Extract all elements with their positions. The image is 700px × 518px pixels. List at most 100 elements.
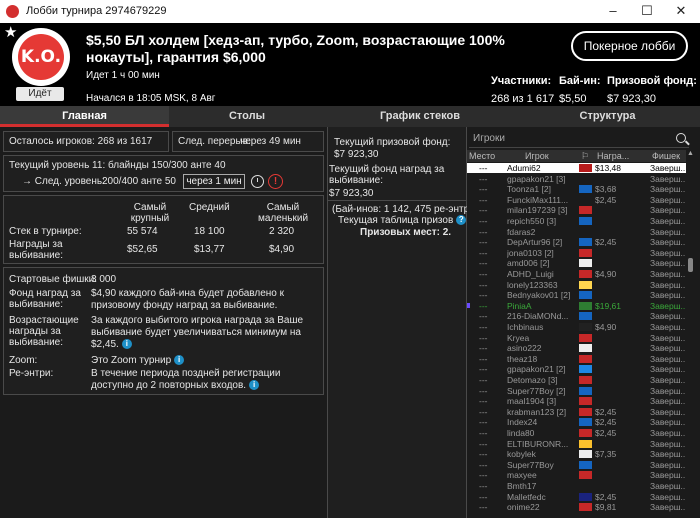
col-player[interactable]: Игрок bbox=[525, 150, 549, 162]
table-row[interactable]: --- Adumi62 $13,48 Заверш... bbox=[467, 163, 691, 173]
col-bounty[interactable]: Награ... bbox=[597, 150, 629, 162]
table-row[interactable]: --- 216-DiaMONd... Заверш... bbox=[467, 311, 691, 321]
table-row[interactable]: --- Malletfedc $2,45 Заверш... bbox=[467, 492, 691, 502]
player-place: --- bbox=[479, 279, 488, 290]
table-row[interactable]: --- Super77Boy Заверш... bbox=[467, 460, 691, 470]
player-bounty: $4,90 bbox=[595, 269, 617, 279]
country-flag-icon bbox=[579, 323, 592, 331]
player-bounty: $13,48 bbox=[595, 163, 621, 173]
bounty-smallest: $4,90 bbox=[269, 244, 295, 255]
country-flag-icon bbox=[579, 185, 592, 194]
table-row[interactable]: --- DepArtur96 [2] $2,45 Заверш... bbox=[467, 237, 691, 247]
table-row[interactable]: --- Kryea Заверш... bbox=[467, 333, 691, 343]
info-icon[interactable]: i bbox=[174, 355, 185, 366]
country-flag-icon bbox=[579, 248, 592, 257]
table-row[interactable]: --- asino222 Заверш... bbox=[467, 343, 691, 353]
table-row[interactable]: --- fdaras2 Заверш... bbox=[467, 227, 691, 237]
scrollbar-thumb[interactable] bbox=[688, 258, 693, 272]
tab-structure[interactable]: Структура bbox=[515, 106, 700, 127]
player-name: Detomazo [3] bbox=[507, 375, 558, 385]
table-row[interactable]: --- Ichbinaus $4,90 Заверш... bbox=[467, 322, 691, 332]
player-chips: Заверш... bbox=[650, 226, 688, 237]
clock-icon bbox=[251, 175, 264, 188]
current-prize-table[interactable]: Текущая таблица призов? bbox=[338, 215, 467, 226]
info-icon[interactable]: ? bbox=[456, 215, 467, 226]
player-chips: Заверш... bbox=[650, 258, 688, 269]
flag-column-icon[interactable]: ⚐ bbox=[581, 150, 589, 162]
table-row[interactable]: --- Super77Boy [2] Заверш... bbox=[467, 386, 691, 396]
col-chips[interactable]: Фишек bbox=[652, 150, 680, 162]
start-chips-value: 3 000 bbox=[91, 274, 117, 285]
poker-lobby-button[interactable]: Покерное лобби bbox=[571, 31, 688, 61]
player-place: --- bbox=[479, 290, 488, 301]
prize-panel: Текущий призовой фонд: $7 923,30 Текущий… bbox=[327, 127, 478, 518]
table-row[interactable]: --- jona0103 [2] Заверш... bbox=[467, 248, 691, 258]
maximize-button[interactable]: ☐ bbox=[630, 0, 664, 23]
player-chips: Заверш... bbox=[650, 247, 688, 258]
table-row[interactable]: --- maal1904 [3] Заверш... bbox=[467, 396, 691, 406]
player-chips: Заверш... bbox=[650, 375, 688, 385]
tournament-title: $5,50 БЛ холдем [хедз-ап, турбо, Zoom, в… bbox=[86, 32, 505, 65]
table-row[interactable]: --- Bednyakov01 [2] Заверш... bbox=[467, 290, 691, 300]
player-name: repich550 [3] bbox=[507, 216, 557, 226]
table-row[interactable]: --- gpapakon21 [2] Заверш... bbox=[467, 364, 691, 374]
player-name: fdaras2 bbox=[507, 226, 536, 237]
tournament-status-badge: Идёт bbox=[16, 87, 64, 101]
table-row[interactable]: --- Detomazo [3] Заверш... bbox=[467, 375, 691, 385]
column-average: Средний bbox=[189, 202, 230, 213]
player-bounty: $9,81 bbox=[595, 502, 617, 513]
table-row[interactable]: --- Bmth17 Заверш... bbox=[467, 481, 691, 491]
table-row[interactable]: --- Index24 $2,45 Заверш... bbox=[467, 417, 691, 427]
player-chips: Заверш... bbox=[650, 205, 688, 216]
players-left-box: Осталось игроков: 268 из 1617 bbox=[3, 131, 169, 152]
table-row[interactable]: --- kobylek $7,35 Заверш... bbox=[467, 449, 691, 459]
player-chips: Заверш... bbox=[650, 322, 688, 332]
table-row[interactable]: --- ADHD_Luigi $4,90 Заверш... bbox=[467, 269, 691, 279]
search-icon[interactable] bbox=[676, 133, 686, 143]
player-bounty: $3,68 bbox=[595, 184, 617, 195]
table-row[interactable]: --- lonely123363 Заверш... bbox=[467, 280, 691, 290]
table-row[interactable]: --- PiniaA $19,61 Заверш... bbox=[467, 301, 691, 311]
table-row[interactable]: --- amd006 [2] Заверш... bbox=[467, 258, 691, 268]
scroll-up-arrow-icon[interactable]: ▲ bbox=[687, 150, 694, 157]
player-name: asino222 bbox=[507, 343, 542, 354]
divider bbox=[328, 200, 466, 201]
tab-bar: Главная Столы График стеков Структура bbox=[0, 106, 700, 127]
players-search-input[interactable]: Игроки bbox=[469, 130, 689, 148]
info-icon[interactable]: i bbox=[249, 380, 260, 391]
players-scrollbar[interactable]: ▲ bbox=[686, 150, 695, 518]
table-row[interactable]: --- FunckiMax111... $2,45 Заверш... bbox=[467, 195, 691, 205]
table-row[interactable]: --- maxyee Заверш... bbox=[467, 470, 691, 480]
table-row[interactable]: --- milan197239 [3] Заверш... bbox=[467, 205, 691, 215]
table-row[interactable]: --- linda80 $2,45 Заверш... bbox=[467, 428, 691, 438]
tab-main[interactable]: Главная bbox=[0, 106, 169, 127]
reentry-label: Ре-энтри: bbox=[9, 368, 54, 379]
players-list-panel: Игроки Место Игрок ⚐ Награ... Фишек --- A… bbox=[467, 127, 700, 518]
player-place: --- bbox=[479, 269, 488, 279]
stack-row-label: Стек в турнире: bbox=[9, 226, 82, 237]
table-row[interactable]: --- theaz18 Заверш... bbox=[467, 354, 691, 364]
favorite-star-icon[interactable]: ★ bbox=[4, 23, 17, 41]
alert-icon[interactable]: ! bbox=[268, 174, 283, 189]
start-chips-label: Стартовые фишки: bbox=[9, 274, 98, 285]
player-name: milan197239 [3] bbox=[507, 205, 568, 216]
table-row[interactable]: --- onime22 $9,81 Заверш... bbox=[467, 502, 691, 512]
table-row[interactable]: --- gpapakon21 [3] Заверш... bbox=[467, 174, 691, 184]
tab-stack-chart[interactable]: График стеков bbox=[325, 106, 515, 127]
table-row[interactable]: --- repich550 [3] Заверш... bbox=[467, 216, 691, 226]
col-place[interactable]: Место bbox=[469, 150, 495, 162]
player-place: --- bbox=[479, 481, 488, 491]
player-place: --- bbox=[479, 226, 488, 237]
minimize-button[interactable]: – bbox=[596, 0, 630, 23]
player-name: Toonza1 [2] bbox=[507, 184, 551, 195]
tab-tables[interactable]: Столы bbox=[169, 106, 325, 127]
player-name: Ichbinaus bbox=[507, 322, 544, 332]
players-left-text: Осталось игроков: 268 из 1617 bbox=[9, 136, 153, 147]
table-row[interactable]: --- Toonza1 [2] $3,68 Заверш... bbox=[467, 184, 691, 194]
close-button[interactable]: ✕ bbox=[664, 0, 698, 23]
table-row[interactable]: --- krabman123 [2] $2,45 Заверш... bbox=[467, 407, 691, 417]
player-chips: Заверш... bbox=[650, 290, 688, 301]
table-row[interactable]: --- ELTIBURONR... Заверш... bbox=[467, 439, 691, 449]
info-icon[interactable]: i bbox=[121, 339, 132, 350]
player-bounty: $2,45 bbox=[595, 237, 617, 248]
